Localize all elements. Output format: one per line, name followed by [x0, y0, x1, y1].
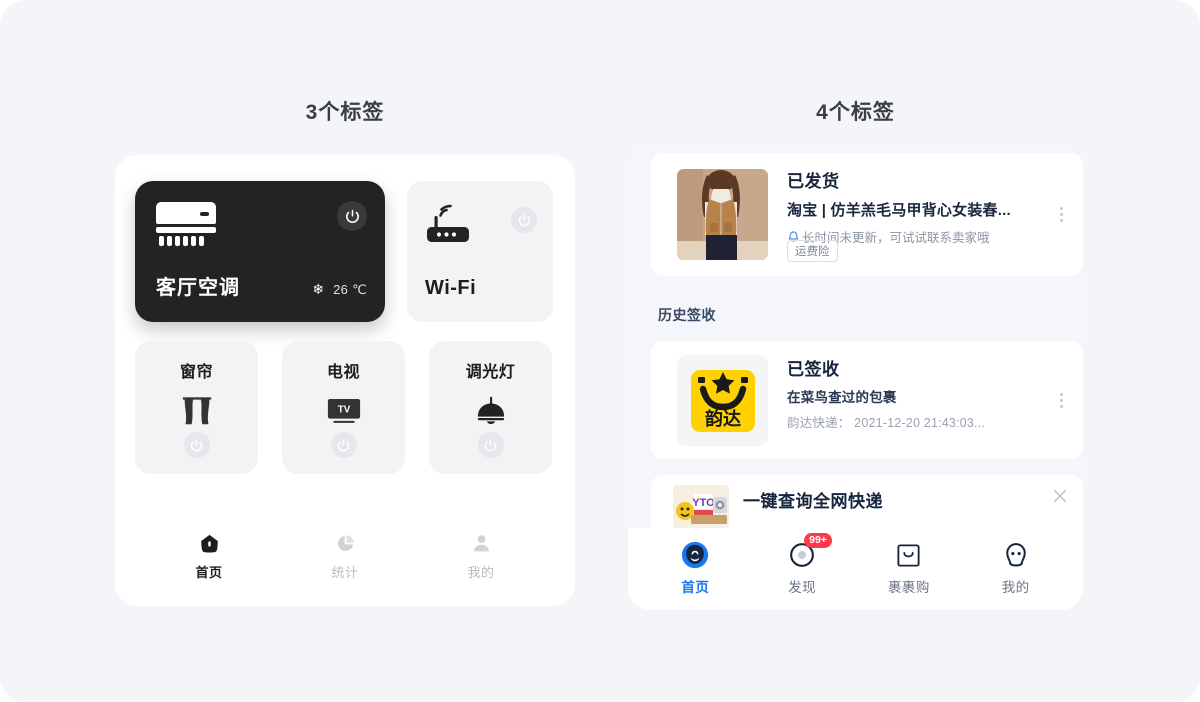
left-phone-mockup: 客厅空调 ❄ 26 ℃ Wi-Fi 窗帘 电视 TV 调光灯 首页 统计 我的	[115, 155, 575, 606]
pie-chart-icon	[335, 532, 356, 554]
tab-home[interactable]: 首页	[141, 532, 277, 581]
device-card-curtain[interactable]: 窗帘	[135, 341, 258, 474]
device-name-label: 电视	[326, 364, 360, 381]
tab-statistics[interactable]: 统计	[277, 532, 413, 581]
power-icon[interactable]	[511, 207, 537, 233]
device-name-label: 客厅空调	[156, 277, 240, 299]
discover-icon: 99+	[788, 533, 832, 570]
close-icon[interactable]	[1051, 487, 1069, 505]
package-card-signed[interactable]: 韵达 已签收 在菜鸟查过的包裹 韵达快递： 2021-12-20 21:43:0…	[651, 341, 1083, 459]
power-icon[interactable]	[337, 201, 367, 231]
ac-status-group: ❄ 26 ℃	[312, 281, 367, 298]
notification-badge: 99+	[804, 533, 832, 549]
product-photo	[677, 169, 768, 260]
power-icon[interactable]	[330, 432, 357, 458]
device-card-air-conditioner[interactable]: 客厅空调 ❄ 26 ℃	[135, 181, 385, 322]
snowflake-icon: ❄	[312, 281, 325, 297]
right-phone-mockup: 已发货 淘宝 | 仿羊羔毛马甲背心女装春... 长时间未更新，可试试联系卖家哦 …	[628, 145, 1083, 610]
tab-profile[interactable]: 我的	[962, 540, 1069, 596]
parcel-box-icon	[895, 540, 922, 570]
package-text-block: 已发货 淘宝 | 仿羊羔毛马甲背心女装春... 长时间未更新，可试试联系卖家哦	[787, 167, 1041, 246]
right-panel-title: 4个标签	[816, 101, 895, 124]
tv-icon: TV	[327, 394, 361, 428]
tab-label: 我的	[467, 564, 495, 580]
pendant-lamp-icon	[475, 394, 507, 428]
device-name-label: 调光灯	[465, 364, 516, 381]
tab-home[interactable]: 首页	[642, 540, 749, 596]
svg-text:YTO: YTO	[692, 497, 715, 509]
kebab-menu-icon[interactable]	[1053, 389, 1069, 411]
tab-discover[interactable]: 99+ 发现	[749, 533, 856, 596]
tab-profile[interactable]: 我的	[413, 532, 549, 581]
device-name-label: Wi-Fi	[425, 277, 477, 299]
device-card-tv[interactable]: 电视 TV	[282, 341, 405, 474]
tab-label: 首页	[195, 564, 223, 580]
package-text-block: 已签收 在菜鸟查过的包裹 韵达快递： 2021-12-20 21:43:03..…	[787, 355, 1041, 431]
svg-text:TV: TV	[337, 404, 350, 415]
power-icon[interactable]	[477, 432, 504, 458]
package-card-shipped[interactable]: 已发货 淘宝 | 仿羊羔毛马甲背心女装春... 长时间未更新，可试试联系卖家哦 …	[651, 153, 1083, 276]
section-label-history: 历史签收	[658, 307, 716, 323]
promo-logo: YTO	[673, 485, 729, 529]
package-status: 已发货	[787, 172, 840, 191]
tab-label: 首页	[681, 580, 710, 595]
kebab-menu-icon[interactable]	[1053, 204, 1069, 226]
router-icon	[425, 203, 481, 247]
tab-label: 统计	[331, 564, 359, 580]
air-conditioner-icon	[156, 202, 218, 246]
promo-title: 一键查询全网快递	[743, 492, 883, 511]
package-detail: 韵达快递： 2021-12-20 21:43:03...	[787, 416, 986, 430]
yunda-logo: 韵达	[690, 369, 755, 432]
power-icon[interactable]	[183, 432, 210, 458]
curtain-icon	[182, 394, 212, 428]
profile-ghost-icon	[1002, 540, 1030, 570]
device-card-wifi[interactable]: Wi-Fi	[407, 181, 553, 322]
tab-parcel-shop[interactable]: 裹裹购	[856, 540, 963, 596]
chat-home-icon	[680, 540, 710, 570]
device-card-row: 窗帘 电视 TV 调光灯	[135, 341, 553, 474]
home-icon	[199, 532, 220, 554]
device-card-dimmer-lamp[interactable]: 调光灯	[429, 341, 552, 474]
ac-temperature-label: 26 ℃	[333, 281, 367, 297]
carrier-logo-wrap: 韵达	[677, 355, 768, 446]
tab-label: 裹裹购	[887, 580, 930, 595]
tab-label: 我的	[1001, 580, 1030, 595]
right-tab-bar: 首页 99+ 发现 裹裹购 我的	[628, 528, 1083, 610]
package-title: 在菜鸟查过的包裹	[787, 390, 897, 405]
left-tab-bar: 首页 统计 我的	[115, 520, 575, 606]
package-tag-freight-insurance: 运费险	[787, 240, 838, 262]
screenshot-canvas: 3个标签 客厅空调 ❄ 26 ℃ Wi-Fi 窗帘 电视 TV 调光灯 首页 统…	[0, 0, 1200, 702]
person-icon	[471, 532, 492, 554]
device-name-label: 窗帘	[179, 364, 213, 381]
tab-label: 发现	[788, 580, 817, 595]
package-status: 已签收	[787, 360, 840, 379]
package-title: 淘宝 | 仿羊羔毛马甲背心女装春...	[787, 202, 1011, 219]
left-panel-title: 3个标签	[305, 101, 385, 124]
svg-text:韵达: 韵达	[705, 408, 741, 429]
